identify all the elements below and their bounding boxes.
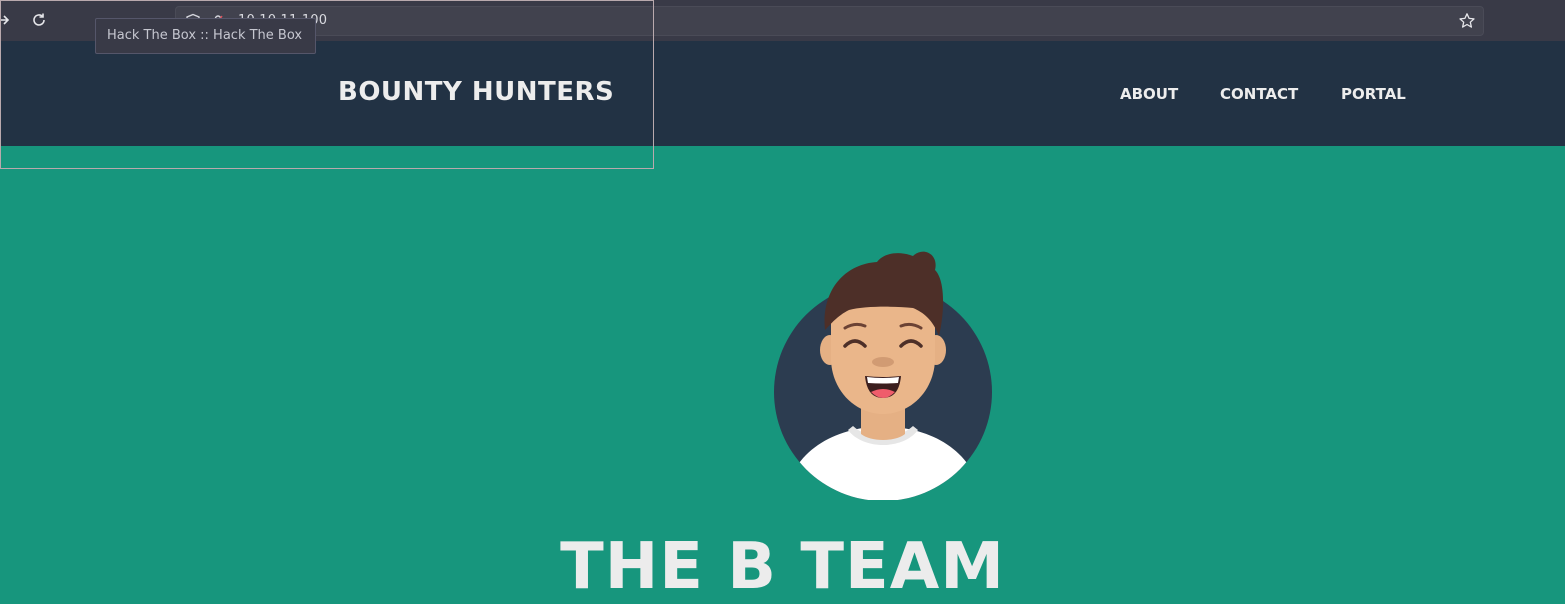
url-bar[interactable]: 10.10.11.100 bbox=[175, 6, 1484, 36]
nav-link-portal[interactable]: PORTAL bbox=[1341, 85, 1406, 103]
hero-section: THE B TEAM bbox=[0, 146, 1565, 604]
hero-title: THE B TEAM bbox=[560, 530, 1005, 604]
page-title-tooltip: Hack The Box :: Hack The Box bbox=[95, 18, 316, 54]
site-brand[interactable]: BOUNTY HUNTERS bbox=[338, 77, 614, 107]
reload-icon bbox=[33, 13, 45, 26]
reload-button[interactable] bbox=[29, 10, 49, 30]
bookmark-star-icon[interactable] bbox=[1458, 12, 1476, 30]
nav-link-contact[interactable]: CONTACT bbox=[1220, 85, 1298, 103]
site-header: BOUNTY HUNTERS ABOUT CONTACT PORTAL bbox=[0, 41, 1565, 146]
nav-link-about[interactable]: ABOUT bbox=[1120, 85, 1178, 103]
arrow-right-icon bbox=[0, 15, 10, 25]
forward-button[interactable] bbox=[0, 10, 14, 30]
avatar-icon bbox=[774, 251, 992, 500]
